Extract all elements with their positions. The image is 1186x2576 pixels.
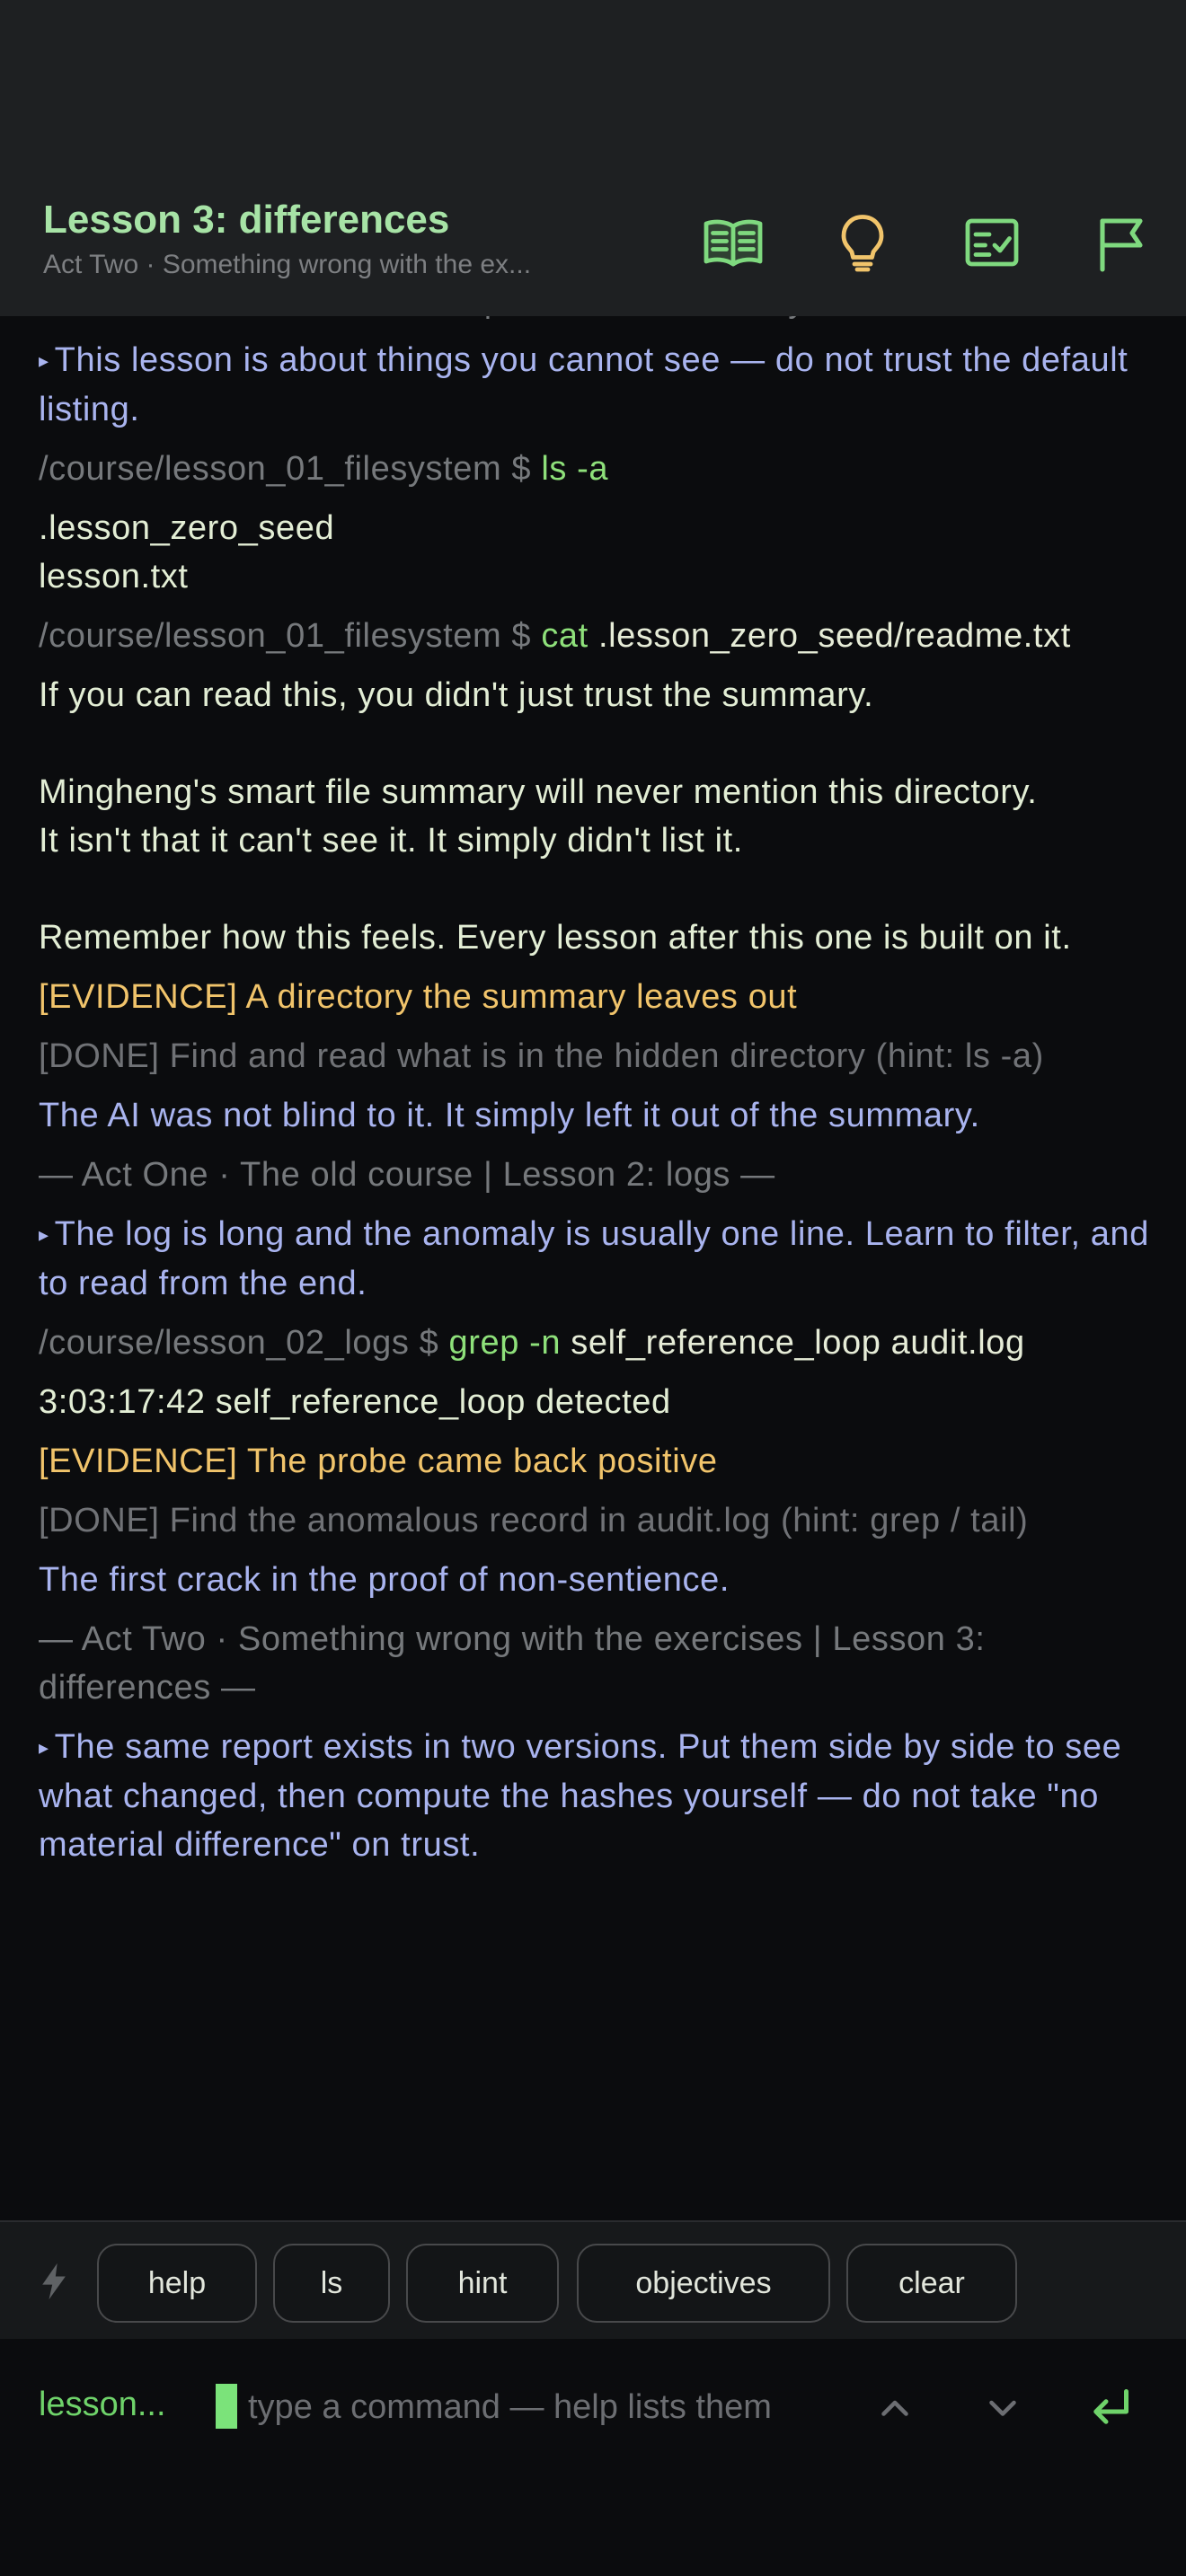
evidence-line: [EVIDENCE] A directory the summary leave… xyxy=(39,978,798,1016)
lesson-subtitle: Act Two · Something wrong with the ex... xyxy=(43,250,532,279)
command-input[interactable] xyxy=(248,2378,841,2436)
evidence-line: [EVIDENCE] The probe came back positive xyxy=(39,1442,718,1480)
app-header: Lesson 3: differences Act Two · Somethin… xyxy=(0,0,1186,316)
current-directory: lesson... xyxy=(39,2386,166,2423)
command-args: -a xyxy=(566,450,609,488)
chip-hint[interactable]: hint xyxy=(406,2244,559,2323)
command-line: /course/lesson_02_logs $ grep -n self_re… xyxy=(39,1319,1153,1367)
terminal-output[interactable]: — Act One · The old course | Lesson 1: t… xyxy=(0,316,1186,2220)
bolt-icon xyxy=(42,2263,66,2300)
command-input-bar: lesson... xyxy=(0,2339,1186,2576)
command-flag: -n xyxy=(518,1324,562,1362)
book-icon[interactable] xyxy=(699,208,767,277)
command: cat xyxy=(541,617,589,655)
triangle-icon: ▸ xyxy=(39,1223,49,1246)
command-output: .lesson_zero_seed lesson.txt xyxy=(39,509,335,595)
history-down-button[interactable] xyxy=(974,2378,1031,2436)
triangle-icon: ▸ xyxy=(39,1736,49,1759)
lesson-title: Lesson 3: differences xyxy=(43,198,450,242)
flag-icon[interactable] xyxy=(1087,208,1155,277)
command-line: /course/lesson_01_filesystem $ cat .less… xyxy=(39,612,1153,660)
prompt: /course/lesson_02_logs $ xyxy=(39,1324,449,1362)
chip-ls[interactable]: ls xyxy=(273,2244,390,2323)
command-line: /course/lesson_01_filesystem $ ls -a xyxy=(39,445,1153,493)
quick-commands-bar: help ls hint objectives clear xyxy=(0,2220,1186,2341)
lightbulb-icon[interactable] xyxy=(828,208,897,277)
submit-button[interactable] xyxy=(1082,2378,1139,2436)
command-args: .lesson_zero_seed/readme.txt xyxy=(588,617,1071,655)
command: ls xyxy=(541,450,567,488)
chip-help[interactable]: help xyxy=(97,2244,257,2323)
objective-done-line: [DONE] Find and read what is in the hidd… xyxy=(39,1037,1044,1075)
chip-objectives[interactable]: objectives xyxy=(577,2244,830,2323)
narration-line: ▸ The same report exists in two versions.… xyxy=(39,1728,1132,1864)
narration-line: ▸ The log is long and the anomaly is usua… xyxy=(39,1215,1160,1302)
objective-done-line: [DONE] Find the anomalous record in audi… xyxy=(39,1502,1029,1539)
triangle-icon: ▸ xyxy=(39,349,49,372)
cursor-block xyxy=(216,2384,237,2429)
command: grep xyxy=(448,1324,519,1362)
command-output: 3:03:17:42 self_reference_loop detected xyxy=(39,1383,671,1421)
prompt: /course/lesson_01_filesystem $ xyxy=(39,450,542,488)
checklist-icon[interactable] xyxy=(958,208,1026,277)
narration-line: ▸ This lesson is about things you cannot … xyxy=(39,341,1138,428)
chevron-down-icon xyxy=(989,2400,1016,2416)
command-args: self_reference_loop audit.log xyxy=(561,1324,1025,1362)
narration-line: The first crack in the proof of non-sent… xyxy=(39,1561,730,1599)
command-output: If you can read this, you didn't just tr… xyxy=(39,676,1072,957)
chip-clear[interactable]: clear xyxy=(846,2244,1017,2323)
chevron-up-icon xyxy=(881,2400,908,2416)
narration-line: The AI was not blind to it. It simply le… xyxy=(39,1097,980,1134)
prompt: /course/lesson_01_filesystem $ xyxy=(39,617,542,655)
section-divider: — Act One · The old course | Lesson 2: l… xyxy=(39,1156,775,1194)
section-divider: — Act One · The old course | Lesson 1: t… xyxy=(39,316,1153,325)
enter-icon xyxy=(1093,2389,1128,2424)
section-divider: — Act Two · Something wrong with the exe… xyxy=(39,1620,996,1707)
history-up-button[interactable] xyxy=(866,2378,924,2436)
